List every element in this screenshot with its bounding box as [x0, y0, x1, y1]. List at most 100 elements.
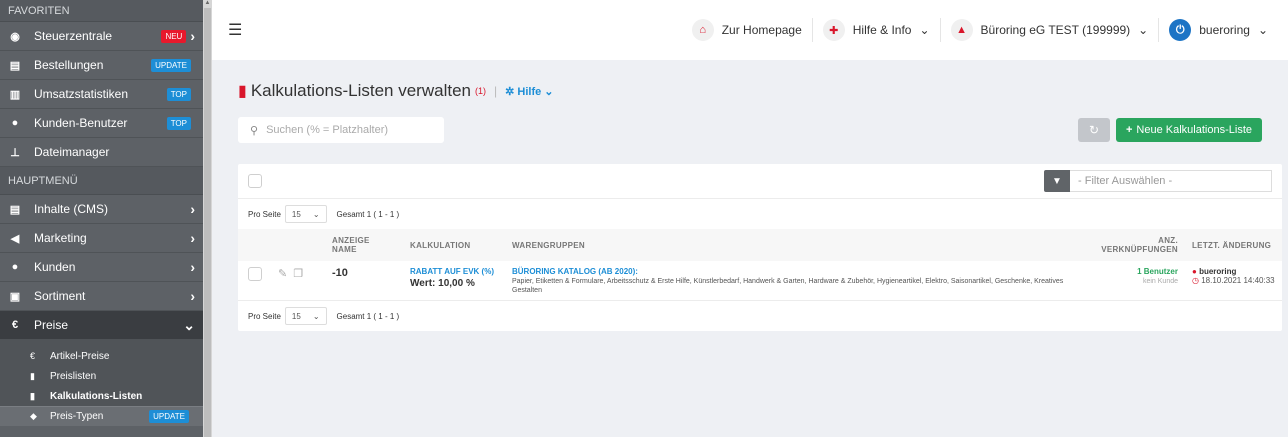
company-menu[interactable]: ▲ Büroring eG TEST (199999) ⌄ — [950, 19, 1149, 41]
sidebar-item-bestellungen[interactable]: ▤ Bestellungen UPDATE — [0, 51, 203, 80]
kalkulation-type-link[interactable]: RABATT AUF EVK (%) — [410, 267, 512, 276]
sidebar: FAVORITEN ◉ Steuerzentrale NEU › ▤ Beste… — [0, 0, 203, 437]
edit-icon[interactable]: ✎ — [278, 267, 287, 280]
per-page-select[interactable]: 15 ⌄ — [284, 307, 327, 325]
sidebar-item-kunden[interactable]: ● Kunden › — [0, 253, 203, 282]
help-link[interactable]: ✲ Hilfe ⌄ — [505, 85, 553, 98]
copy-icon[interactable]: ❐ — [293, 267, 303, 280]
main-content: ▮ Kalkulations-Listen verwalten (1) | ✲ … — [212, 60, 1288, 437]
homepage-link[interactable]: ⌂ Zur Homepage — [691, 19, 802, 41]
document-icon: ▤ — [9, 59, 21, 72]
gear-icon: ✲ — [505, 85, 518, 98]
total-count: Gesamt 1 ( 1 - 1 ) — [336, 209, 400, 219]
tag-icon: ◆ — [30, 411, 37, 421]
sitemap-icon: ⊥ — [10, 146, 20, 159]
submenu-item-kalkulations-listen[interactable]: ▮ Kalkulations-Listen — [0, 386, 203, 406]
search-input[interactable]: ⚲ Suchen (% = Platzhalter) — [238, 117, 444, 143]
chevron-right-icon: › — [190, 28, 195, 44]
row-checkbox[interactable] — [248, 267, 262, 281]
row-actions: ✎ ❐ — [272, 267, 332, 280]
links-count[interactable]: 1 Benutzer — [1094, 267, 1178, 276]
new-list-button[interactable]: + Neue Kalkulations-Liste — [1115, 118, 1262, 142]
column-kalkulation[interactable]: KALKULATION — [410, 241, 512, 250]
chevron-right-icon: › — [190, 201, 195, 217]
document-icon: ▤ — [9, 203, 21, 216]
section-favorites: FAVORITEN — [0, 0, 203, 22]
list-panel: ▼ - Filter Auswählen - Pro Seite 15 ⌄ Ge… — [238, 164, 1282, 331]
column-warengruppen[interactable]: WARENGRUPPEN — [512, 241, 1094, 250]
select-all-checkbox[interactable] — [248, 174, 262, 188]
column-letzte-aenderung[interactable]: LETZT. ÄNDERUNG — [1178, 241, 1282, 250]
table-row: ✎ ❐ -10 RABATT AUF EVK (%) Wert: 10,00 %… — [238, 261, 1282, 301]
filter-select[interactable]: - Filter Auswählen - — [1070, 170, 1272, 192]
sidebar-item-marketing[interactable]: ◀ Marketing › — [0, 224, 203, 253]
divider — [939, 18, 941, 42]
warengruppe-link[interactable]: BÜRORING KATALOG (AB 2020): — [512, 267, 1094, 276]
power-icon: ⏻ — [1169, 19, 1192, 41]
links-sub: kein Kunde — [1142, 278, 1178, 285]
euro-icon: € — [30, 351, 36, 361]
price-list-icon: ▮ — [238, 83, 247, 100]
user-icon: ● — [11, 117, 19, 129]
user-menu[interactable]: ⏻ bueroring ⌄ — [1169, 19, 1268, 41]
filter-button[interactable]: ▼ — [1044, 170, 1070, 192]
update-badge: UPDATE — [151, 58, 191, 72]
sidebar-item-sortiment[interactable]: ▣ Sortiment › — [0, 282, 203, 311]
changed-by: ● bueroring — [1192, 267, 1237, 276]
menu-toggle-icon[interactable]: ☰ — [228, 20, 242, 40]
page-title: Kalkulations-Listen verwalten — [250, 81, 471, 100]
megaphone-icon: ◀ — [10, 232, 20, 245]
divider — [1158, 18, 1160, 42]
sidebar-item-steuerzentrale[interactable]: ◉ Steuerzentrale NEU › — [0, 22, 203, 51]
chevron-right-icon: › — [190, 288, 195, 304]
chevron-down-icon: ⌄ — [919, 23, 930, 37]
scrollbar-thumb[interactable] — [204, 8, 211, 437]
pager-top: Pro Seite 15 ⌄ Gesamt 1 ( 1 - 1 ) — [238, 199, 1282, 229]
lifebuoy-icon: ✚ — [822, 19, 845, 41]
changed-at: ◷ 18.10.2021 14:40:33 — [1192, 276, 1275, 285]
cart-icon: ▣ — [9, 290, 21, 303]
page-header: ▮ Kalkulations-Listen verwalten (1) | ✲ … — [238, 60, 1262, 120]
sidebar-scrollbar[interactable]: ▲ — [203, 0, 212, 437]
divider — [811, 18, 813, 42]
chevron-right-icon: › — [190, 230, 195, 246]
chevron-right-icon: › — [190, 259, 195, 275]
sidebar-item-umsatzstatistiken[interactable]: ▥ Umsatzstatistiken TOP — [0, 80, 203, 109]
sidebar-item-kunden-benutzer[interactable]: ● Kunden-Benutzer TOP — [0, 109, 203, 138]
total-count: Gesamt 1 ( 1 - 1 ) — [336, 311, 400, 321]
submenu-item-artikel-preise[interactable]: € Artikel-Preise — [0, 346, 203, 366]
refresh-icon: ↻ — [1088, 123, 1100, 137]
sidebar-item-inhalte[interactable]: ▤ Inhalte (CMS) › — [0, 195, 203, 224]
kalkulation-value: Wert: 10,00 % — [410, 278, 475, 289]
new-badge: NEU — [161, 29, 187, 43]
panel-header: ▼ - Filter Auswählen - — [238, 164, 1282, 199]
top-badge: TOP — [166, 116, 191, 130]
section-main-menu: HAUPTMENÜ — [0, 167, 203, 195]
help-menu[interactable]: ✚ Hilfe & Info ⌄ — [822, 19, 930, 41]
pager-bottom: Pro Seite 15 ⌄ Gesamt 1 ( 1 - 1 ) — [238, 301, 1282, 331]
submenu-item-preislisten[interactable]: ▮ Preislisten — [0, 366, 203, 386]
plus-icon: + — [1125, 124, 1133, 136]
sidebar-item-dateimanager[interactable]: ⊥ Dateimanager — [0, 138, 203, 167]
chevron-down-icon: ⌄ — [1257, 23, 1268, 37]
warengruppe-list: Papier, Etiketten & Formulare, Arbeitssc… — [512, 278, 1064, 294]
dashboard-icon: ◉ — [10, 30, 20, 43]
column-name[interactable]: ANZEIGE NAME — [332, 236, 410, 254]
per-page-select[interactable]: 15 ⌄ — [284, 205, 327, 223]
divider: | — [493, 84, 498, 98]
users-icon: ● — [11, 261, 19, 273]
refresh-button[interactable]: ↻ — [1077, 118, 1110, 142]
chevron-down-icon: ⌄ — [1138, 23, 1149, 37]
document-icon: ▮ — [30, 370, 35, 381]
chevron-down-icon: ⌄ — [312, 311, 320, 321]
euro-icon: € — [11, 319, 19, 331]
column-verknuepfungen[interactable]: ANZ. VERKNÜPFUNGEN — [1094, 236, 1178, 254]
filter-icon: ▼ — [1052, 175, 1062, 187]
filter-box: ▼ - Filter Auswählen - — [1044, 170, 1272, 192]
scroll-up-icon[interactable]: ▲ — [204, 0, 211, 8]
sidebar-item-preise[interactable]: € Preise ⌄ — [0, 311, 203, 340]
submenu-item-preis-typen[interactable]: ◆ Preis-Typen UPDATE — [0, 406, 203, 426]
update-badge: UPDATE — [149, 410, 189, 423]
chart-icon: ▥ — [9, 88, 21, 101]
chevron-down-icon: ⌄ — [312, 209, 320, 219]
